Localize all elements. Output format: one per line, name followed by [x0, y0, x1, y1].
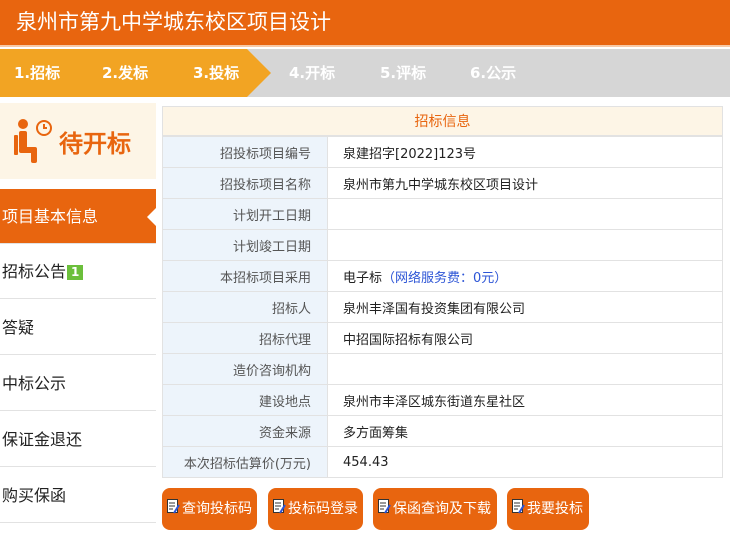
table-row: 招标人 泉州丰泽国有投资集团有限公司 [162, 291, 723, 323]
button-label: 我要投标 [527, 501, 583, 517]
sidebar-item-label: 招标公告 [2, 262, 67, 281]
table-row: 计划开工日期 [162, 198, 723, 230]
table-row: 招标代理 中招国际招标有限公司 [162, 322, 723, 354]
row-value: 多方面筹集 [327, 415, 723, 447]
row-value [327, 229, 723, 261]
step-2[interactable]: 2.发标 [102, 49, 148, 97]
sidebar-item-label: 答疑 [2, 318, 35, 337]
service-fee: （网络服务费：0元） [382, 270, 508, 286]
table-row: 建设地点 泉州市丰泽区城东街道东星社区 [162, 384, 723, 416]
sidebar-item-tender-notice[interactable]: 招标公告 1 [0, 244, 156, 299]
guarantee-query-download-button[interactable]: 保函查询及下载 [373, 488, 497, 530]
row-value [327, 198, 723, 230]
row-label: 招投标项目名称 [162, 167, 328, 199]
step-3[interactable]: 3.投标 [193, 49, 239, 97]
step-6[interactable]: 6.公示 [470, 49, 516, 97]
query-bid-code-button[interactable]: 查询投标码 [162, 488, 257, 530]
bid-type: 电子标 [343, 270, 383, 286]
sidebar-item-label: 中标公示 [2, 374, 67, 393]
edit-document-icon [167, 499, 180, 514]
sidebar: 待开标 项目基本信息 招标公告 1 答疑 中标公示 保证金退还 购买保函 [0, 103, 156, 538]
table-row: 本次招标估算价(万元) 454.43 [162, 446, 723, 478]
sidebar-item-label: 项目基本信息 [2, 207, 99, 226]
edit-document-icon [273, 499, 286, 514]
row-label: 招标代理 [162, 322, 328, 354]
sidebar-item-qa[interactable]: 答疑 [0, 300, 156, 355]
row-label: 本招标项目采用 [162, 260, 328, 292]
step-4[interactable]: 4.开标 [289, 49, 335, 97]
progress-steps: 1.招标 2.发标 3.投标 4.开标 5.评标 6.公示 [0, 49, 730, 97]
button-label: 查询投标码 [182, 501, 252, 517]
row-value: 泉建招字[2022]123号 [327, 136, 723, 168]
sidebar-item-award-notice[interactable]: 中标公示 [0, 356, 156, 411]
row-value: 中招国际招标有限公司 [327, 322, 723, 354]
status-label: 待开标 [59, 130, 131, 158]
page-title: 泉州市第九中学城东校区项目设计 [16, 10, 331, 34]
status-panel: 待开标 [0, 103, 156, 179]
row-label: 计划竣工日期 [162, 229, 328, 261]
progress-arrow [247, 49, 271, 97]
sidebar-item-project-info[interactable]: 项目基本信息 [0, 189, 156, 244]
table-row: 造价咨询机构 [162, 353, 723, 385]
edit-document-icon [378, 499, 391, 514]
page-header: 泉州市第九中学城东校区项目设计 [0, 0, 730, 45]
section-title: 招标信息 [162, 106, 723, 136]
sidebar-item-label: 保证金退还 [2, 430, 83, 449]
tender-info-table: 招投标项目编号 泉建招字[2022]123号 招投标项目名称 泉州市第九中学城东… [162, 136, 723, 478]
table-row: 资金来源 多方面筹集 [162, 415, 723, 447]
edit-document-icon [512, 499, 525, 514]
row-value: 泉州丰泽国有投资集团有限公司 [327, 291, 723, 323]
row-label: 造价咨询机构 [162, 353, 328, 385]
button-label: 投标码登录 [288, 501, 358, 517]
table-row: 招投标项目名称 泉州市第九中学城东校区项目设计 [162, 167, 723, 199]
bid-code-login-button[interactable]: 投标码登录 [268, 488, 363, 530]
row-label: 建设地点 [162, 384, 328, 416]
active-indicator [147, 208, 156, 226]
row-value: 泉州市第九中学城东校区项目设计 [327, 167, 723, 199]
table-row: 招投标项目编号 泉建招字[2022]123号 [162, 136, 723, 168]
button-label: 保函查询及下载 [393, 501, 491, 517]
submit-bid-button[interactable]: 我要投标 [507, 488, 589, 530]
tender-info-panel: 招标信息 招投标项目编号 泉建招字[2022]123号 招投标项目名称 泉州市第… [162, 106, 723, 478]
row-label: 计划开工日期 [162, 198, 328, 230]
header-divider [0, 45, 730, 47]
sidebar-item-deposit-refund[interactable]: 保证金退还 [0, 412, 156, 467]
row-label: 资金来源 [162, 415, 328, 447]
row-value: 电子标（网络服务费：0元） [327, 260, 723, 292]
row-label: 招标人 [162, 291, 328, 323]
row-value [327, 353, 723, 385]
row-value: 泉州市丰泽区城东街道东星社区 [327, 384, 723, 416]
step-1[interactable]: 1.招标 [14, 49, 60, 97]
table-row: 本招标项目采用 电子标（网络服务费：0元） [162, 260, 723, 292]
table-row: 计划竣工日期 [162, 229, 723, 261]
sidebar-item-label: 购买保函 [2, 486, 67, 505]
sidebar-item-buy-guarantee[interactable]: 购买保函 [0, 468, 156, 523]
waiting-person-clock-icon [14, 119, 52, 163]
row-value: 454.43 [327, 446, 723, 478]
count-badge: 1 [67, 265, 84, 280]
step-5[interactable]: 5.评标 [380, 49, 426, 97]
row-label: 招投标项目编号 [162, 136, 328, 168]
row-label: 本次招标估算价(万元) [162, 446, 328, 478]
